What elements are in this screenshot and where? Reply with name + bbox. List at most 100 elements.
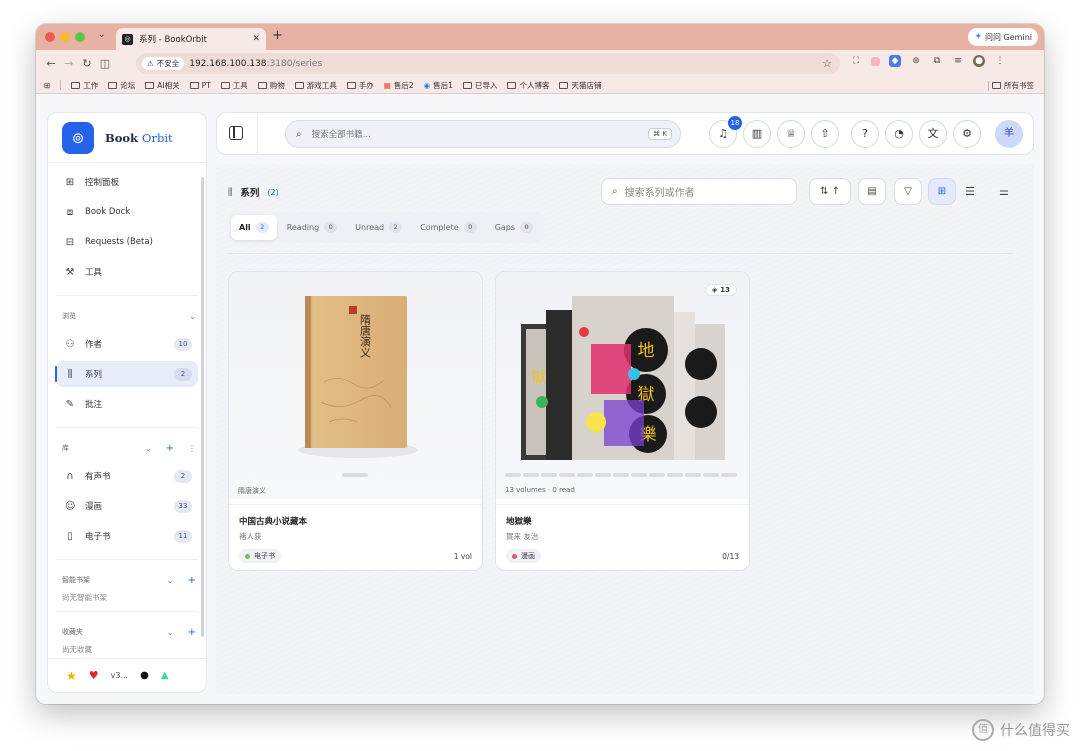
bookmark-folder[interactable]: 已导入 [462,80,497,91]
user-avatar[interactable]: 羊 [995,120,1023,148]
extension-pink-icon[interactable] [871,56,880,66]
bookmark-folder[interactable]: PT [189,81,211,90]
columns-icon: ▤ [867,186,877,197]
tab-gaps[interactable]: Gaps 0 [487,215,541,240]
sidebar-item-audiobooks[interactable]: ∩ 有声书 2 [56,463,198,489]
bookmark-folder[interactable]: 手办 [346,80,374,91]
theme-button[interactable]: ◔ [885,120,913,148]
bookmark-link[interactable]: ◉ 售后1 [424,80,453,91]
tab-complete[interactable]: Complete 0 [412,215,485,240]
forward-arrow-icon[interactable]: → [60,57,78,70]
browser-tab-active[interactable]: ◎ 系列 - BookOrbit ✕ [116,28,266,50]
stats-button[interactable]: ▥ [743,120,771,148]
chevron-down-icon[interactable]: ⌄ [167,628,174,637]
bookmark-folder[interactable]: 工作 [71,80,98,91]
star-icon[interactable]: ★ [66,669,77,683]
security-chip[interactable]: ⚠ 不安全 [142,57,185,70]
bookmark-folder[interactable]: 天猫店铺 [559,80,601,91]
sidebar-item-comics[interactable]: ☺ 漫画 33 [56,493,198,519]
apple-icon[interactable]: ● [140,670,149,681]
bookmark-folder[interactable]: 个人博客 [507,80,549,91]
profile-avatar-icon[interactable]: ● [973,55,985,67]
back-arrow-icon[interactable]: ← [42,57,60,70]
minimize-window-button[interactable] [60,32,70,42]
sidebar-item-annotations[interactable]: ✎ 批注 [56,391,198,417]
all-bookmarks-folder[interactable]: 所有书签 [988,80,1034,91]
chevron-down-icon[interactable]: ⌄ [167,576,174,585]
settings-button[interactable]: ⚙ [953,120,981,148]
sidebar-item-book-dock[interactable]: ⧈ Book Dock [56,199,198,225]
version-label[interactable]: v3... [111,671,128,680]
apps-grid-icon[interactable]: ⊞ [44,81,50,90]
bookmark-folder[interactable]: 购物 [257,80,285,91]
chevron-down-icon[interactable]: ⌄ [145,444,152,453]
column-toggle-button[interactable]: ▤ [858,178,886,205]
add-favorite-plus-icon[interactable]: + [188,627,196,638]
bookmark-link[interactable]: ▦ 售后2 [384,80,414,91]
chevron-down-icon[interactable]: ⌄ [189,312,196,321]
close-window-button[interactable] [45,32,55,42]
tab-search-chevron-icon[interactable]: ⌄ [98,30,106,40]
cat-face-icon: ☺ [65,500,76,512]
sidebar-item-series[interactable]: ⫼ 系列 2 [55,361,198,387]
android-icon[interactable]: ▲ [161,670,169,681]
folder-icon [294,81,304,89]
achievements-button[interactable]: ♕ [777,120,805,148]
global-search-input[interactable]: ⌕ 搜索全部书籍... ⌘ K [285,120,681,148]
list-view-icon[interactable]: ☰ [965,185,975,198]
brand[interactable]: ⊚ Book Orbit [48,113,206,163]
sidebar-item-authors[interactable]: ⚇ 作者 10 [56,331,198,357]
add-smart-shelf-plus-icon[interactable]: + [188,575,196,586]
bookmark-folder[interactable]: AI相关 [145,80,180,91]
language-button[interactable]: 文 [919,120,947,148]
highlighter-icon: ✎ [65,398,75,410]
filter-button[interactable]: ▽ [894,178,922,205]
sort-button[interactable]: ⇅ ↑ [809,178,851,205]
reload-icon[interactable]: ↻ [78,57,96,70]
page-title-text: 系列 [240,188,260,199]
favorites-header[interactable]: 收藏夹 ⌄ + [48,621,206,643]
add-library-plus-icon[interactable]: + [166,443,174,454]
series-search-input[interactable]: ⌕ 搜索系列或作者 [601,178,797,205]
reading-list-icon[interactable]: ≡ [952,55,964,67]
heart-icon[interactable]: ♥ [89,669,99,682]
extensions-puzzle-icon[interactable]: ⧉ [931,55,943,67]
split-view-icon[interactable]: ◫ [96,57,114,70]
address-bar[interactable]: ⚠ 不安全 192.168.100.138:3180/series ☆ [136,53,840,74]
browser-menu-icon[interactable]: ⋮ [994,55,1006,67]
sidebar-scrollbar[interactable] [201,177,204,637]
zoom-window-button[interactable] [75,32,85,42]
browse-section-header[interactable]: 浏览 ⌄ [48,305,206,327]
new-tab-plus-icon[interactable]: + [272,28,283,43]
tab-close-icon[interactable]: ✕ [252,34,260,44]
sidebar-item-dashboard[interactable]: ⊞ 控制面板 [56,169,198,195]
series-card[interactable]: 地 獄 樂 獄 ◈ 13 13 volumes · 0 read 地獄樂 賀来 … [495,271,750,571]
bookmark-folder[interactable]: 游戏工具 [294,80,337,91]
notifications-button[interactable]: ♫ 18 [709,116,742,148]
gemini-button[interactable]: ✦ 问问 Gemini [968,28,1038,46]
tab-label: Complete [420,223,459,232]
more-vertical-icon[interactable]: ⋮ [188,444,196,453]
sidebar-item-requests[interactable]: ⊟ Requests (Beta) [56,229,198,255]
bookmark-folder[interactable]: 工具 [220,80,248,91]
tab-reading[interactable]: Reading 0 [279,215,345,240]
extension-openai-icon[interactable]: ⊛ [910,55,922,67]
tab-unread[interactable]: Unread 2 [347,215,410,240]
sliders-icon[interactable]: ⚌ [999,185,1009,198]
upload-button[interactable]: ⇧ [811,120,839,148]
extension-screenshot-icon[interactable]: ⛶ [850,55,862,67]
bookmark-folder[interactable]: 论坛 [108,80,135,91]
grid-view-button[interactable]: ⊞ [928,178,956,205]
library-section-header[interactable]: 库 ⌄ + ⋮ [48,437,206,459]
tab-all[interactable]: All 2 [231,215,277,240]
section-title: 收藏夹 [62,628,83,636]
bookmark-label: 工作 [83,80,99,90]
sidebar-toggle-icon[interactable] [229,126,243,140]
bookmark-star-icon[interactable]: ☆ [822,57,832,70]
help-button[interactable]: ? [851,120,879,148]
sidebar-item-ebooks[interactable]: ▯ 电子书 11 [56,523,198,549]
smart-shelves-header[interactable]: 智能书架 ⌄ + [48,569,206,591]
sidebar-item-tools[interactable]: ⚒ 工具 [56,259,198,285]
series-card[interactable]: 隋唐演义 隋唐演义 中国古典小说藏本 褚人获 电子书 1 vol [228,271,483,571]
extension-blue-icon[interactable]: ◆ [889,55,901,67]
